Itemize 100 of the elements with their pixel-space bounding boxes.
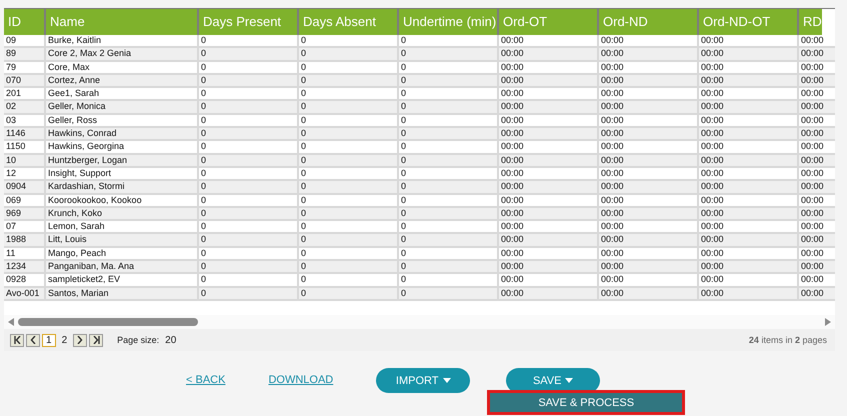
table-cell: 0 — [297, 74, 397, 86]
previous-page-button[interactable] — [26, 334, 40, 346]
table-cell: 0 — [297, 114, 397, 126]
column-header[interactable]: Days Absent — [297, 9, 397, 35]
table-cell: Santos, Marian — [44, 288, 197, 299]
table-cell-text: 0928 — [5, 274, 28, 286]
table-cell: 00:00 — [697, 35, 797, 46]
column-header[interactable]: Undertime (min) — [397, 9, 497, 35]
table-cell: 00:00 — [497, 101, 597, 113]
table-cell: 00:00 — [497, 74, 597, 86]
table-cell: Gee1, Sarah — [44, 88, 197, 100]
first-page-button[interactable] — [10, 334, 24, 346]
scrollbar-thumb[interactable] — [18, 318, 198, 326]
chevron-left-icon — [30, 336, 36, 344]
table-cell: 00:00 — [597, 101, 697, 113]
table-cell: 0 — [297, 208, 397, 220]
dropdown-button[interactable]: IMPORT — [376, 368, 470, 393]
table-cell: 0 — [397, 181, 497, 193]
chevron-right-icon — [77, 336, 84, 344]
action-link[interactable]: DOWNLOAD — [268, 368, 334, 393]
table-cell: 0 — [397, 288, 497, 299]
table-cell: 00:00 — [797, 248, 835, 260]
table-cell: 00:00 — [497, 234, 597, 246]
caret-icon — [565, 378, 574, 383]
table-cell: Huntzberger, Logan — [44, 154, 197, 166]
table-cell: 0 — [197, 88, 297, 100]
table-cell: 00:00 — [797, 35, 835, 46]
last-page-button[interactable] — [89, 334, 104, 346]
table-cell: 0 — [197, 101, 297, 113]
table-cell: 00:00 — [697, 208, 797, 220]
table-cell: 00:00 — [597, 261, 697, 272]
table-cell: 0 — [297, 274, 397, 286]
table-cell: 00:00 — [497, 288, 597, 299]
table-cell: 0 — [397, 74, 497, 86]
table-cell: 00:00 — [697, 261, 797, 272]
table-cell: 00:00 — [497, 168, 597, 180]
column-header[interactable]: Ord-ND — [597, 9, 697, 35]
page-size-value[interactable]: 20 — [165, 334, 176, 346]
column-header[interactable]: Ord-ND-OT — [697, 9, 797, 35]
table-cell: 0 — [197, 221, 297, 232]
scroll-left-icon[interactable] — [8, 318, 14, 326]
table-cell: 00:00 — [497, 88, 597, 100]
table-cell: 0 — [197, 128, 297, 140]
table-cell: 00:00 — [797, 62, 835, 73]
table-cell: 0 — [297, 48, 397, 60]
table-cell: 0 — [397, 261, 497, 272]
table-cell: 00:00 — [497, 48, 597, 60]
table-cell-text: 02 — [5, 101, 18, 113]
column-header[interactable]: Name — [44, 9, 197, 35]
table-cell: 0 — [397, 154, 497, 166]
table-cell: Panganiban, Ma. Ana — [44, 261, 197, 272]
table-cell: 00:00 — [597, 141, 697, 153]
table-cell: 0 — [297, 288, 397, 299]
table-cell: 0 — [397, 274, 497, 286]
table-cell: 00:00 — [797, 168, 835, 180]
table-cell: 0 — [397, 208, 497, 220]
table-cell: 00:00 — [697, 194, 797, 206]
table-cell-text: Avo-001 — [5, 288, 40, 299]
table-cell: 00:00 — [797, 48, 835, 60]
action-link[interactable]: < BACK — [186, 368, 226, 393]
next-page-button[interactable] — [73, 334, 88, 346]
table-cell: 0 — [397, 234, 497, 246]
table-cell: 00:00 — [597, 114, 697, 126]
table-cell: 00:00 — [597, 221, 697, 232]
column-header[interactable]: Ord-OT — [497, 9, 597, 35]
table-cell: 0 — [197, 274, 297, 286]
table-cell: 00:00 — [697, 62, 797, 73]
table-cell: 0 — [297, 194, 397, 206]
table-cell: 0 — [297, 168, 397, 180]
table-cell-text: 0904 — [5, 181, 28, 193]
table-cell: 00:00 — [697, 288, 797, 299]
table-cell: 0 — [197, 234, 297, 246]
menu-item[interactable]: SAVE & PROCESS — [487, 390, 686, 415]
table-cell: 00:00 — [797, 288, 835, 299]
page-number[interactable]: 2 — [58, 334, 72, 346]
table-cell: 0 — [397, 168, 497, 180]
table-cell: 00:00 — [597, 194, 697, 206]
table-cell: 0 — [197, 154, 297, 166]
table-cell: Mango, Peach — [44, 248, 197, 260]
table-cell: 00:00 — [697, 48, 797, 60]
table-cell-text: 10 — [5, 154, 18, 166]
column-header[interactable]: ID — [4, 9, 44, 35]
table-cell: 0 — [397, 221, 497, 232]
table-cell: 00:00 — [597, 274, 697, 286]
table-cell: Hawkins, Conrad — [44, 128, 197, 140]
scroll-right-icon[interactable] — [825, 318, 831, 326]
page-number[interactable]: 1 — [42, 334, 56, 346]
table-cell: 00:00 — [697, 114, 797, 126]
column-header[interactable]: RD — [797, 9, 822, 35]
table-cell: 00:00 — [697, 128, 797, 140]
table-cell: 0 — [197, 248, 297, 260]
table-cell: 00:00 — [497, 194, 597, 206]
table-cell: 00:00 — [597, 181, 697, 193]
table-cell: 0 — [197, 194, 297, 206]
table-cell: Insight, Support — [44, 168, 197, 180]
table-cell-text: 969 — [5, 208, 22, 220]
table-cell: 00:00 — [497, 114, 597, 126]
table-cell: 0 — [397, 101, 497, 113]
table-cell: Core, Max — [44, 62, 197, 73]
column-header[interactable]: Days Present — [197, 9, 297, 35]
